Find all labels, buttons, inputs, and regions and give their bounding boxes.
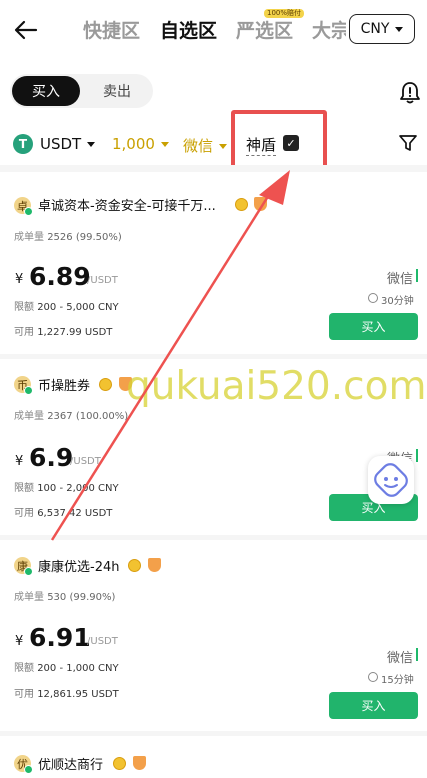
available-value: 1,227.99 USDT	[37, 327, 113, 338]
medal-icon	[128, 559, 141, 572]
dropdown-caret-icon	[160, 142, 169, 147]
clock-icon	[368, 672, 378, 682]
online-dot	[24, 765, 33, 774]
currency-symbol: ¥	[15, 272, 24, 287]
shield-badge-icon	[254, 197, 267, 211]
currency-symbol: ¥	[15, 634, 24, 649]
amount-filter[interactable]: 1,000	[112, 135, 169, 153]
coin-filter[interactable]: USDT	[40, 135, 96, 153]
available-label: 可用	[14, 689, 34, 700]
merchant-name[interactable]: 币操胜券	[38, 375, 90, 394]
coin-filter-label: USDT	[40, 135, 82, 153]
available-label: 可用	[14, 327, 34, 338]
stat-label: 成单量	[14, 592, 44, 603]
limit: 限额 100 - 2,000 CNY	[14, 479, 119, 494]
buy-button[interactable]: 买入	[329, 692, 418, 719]
tab-custom[interactable]: 自选区	[160, 16, 217, 43]
merchant-name[interactable]: 优顺达商行	[38, 754, 103, 773]
payment-method: 微信	[387, 651, 414, 666]
tab-quick[interactable]: 快捷区	[83, 16, 140, 43]
price: 6.91	[29, 623, 91, 652]
merchant-name[interactable]: 康康优选-24h	[38, 556, 119, 575]
currency-select[interactable]: CNY	[349, 14, 415, 44]
limit: 限额 200 - 5,000 CNY	[14, 298, 119, 313]
limit: 限额 200 - 1,000 CNY	[14, 659, 119, 674]
online-dot	[24, 207, 33, 216]
assistant-button[interactable]	[368, 456, 414, 504]
dropdown-caret-icon	[219, 144, 228, 149]
available-label: 可用	[14, 508, 34, 519]
medal-icon	[235, 198, 248, 211]
stat-label: 成单量	[14, 232, 44, 243]
robot-icon	[374, 463, 408, 497]
watermark: qukuai520.com	[126, 364, 427, 409]
guarantee-badge: 100%赔付	[264, 9, 305, 18]
stat-value: 2367 (100.00%)	[47, 411, 129, 422]
dropdown-caret-icon	[395, 26, 404, 32]
available: 可用 1,227.99 USDT	[14, 323, 112, 338]
online-dot	[24, 567, 33, 576]
usdt-coin-icon: T	[13, 134, 33, 154]
payment-indicator	[416, 269, 418, 282]
shield-badge-icon	[148, 558, 161, 572]
limit-value: 200 - 1,000 CNY	[37, 663, 119, 674]
currency-symbol: ¥	[15, 454, 24, 469]
online-dot	[24, 386, 33, 395]
payment-filter-label: 微信	[183, 137, 214, 155]
shield-filter-label[interactable]: 神盾	[246, 134, 277, 156]
available-value: 6,537.42 USDT	[37, 508, 113, 519]
limit-label: 限额	[14, 483, 34, 494]
medal-icon	[113, 757, 126, 770]
available: 可用 6,537.42 USDT	[14, 504, 112, 519]
stat-label: 成单量	[14, 411, 44, 422]
payment-indicator	[416, 648, 418, 661]
shield-badge-icon	[133, 756, 146, 770]
price-unit: /USDT	[70, 456, 101, 467]
price-unit: /USDT	[87, 275, 118, 286]
back-arrow-icon[interactable]	[12, 16, 40, 44]
divider	[0, 535, 427, 540]
clock-icon	[368, 293, 378, 303]
divider	[0, 354, 427, 359]
price-unit: /USDT	[87, 636, 118, 647]
amount-filter-label: 1,000	[112, 135, 155, 153]
buy-toggle-button[interactable]: 买入	[12, 76, 80, 106]
filter-funnel-icon[interactable]	[398, 133, 418, 153]
order-stats: 成单量 2367 (100.00%)	[14, 407, 128, 422]
payment-filter[interactable]: 微信	[183, 135, 228, 156]
limit-label: 限额	[14, 302, 34, 313]
pay-time: 30分钟	[381, 296, 414, 307]
available: 可用 12,861.95 USDT	[14, 685, 119, 700]
divider	[0, 731, 427, 736]
shield-checkbox[interactable]: ✓	[283, 135, 299, 151]
bell-alert-icon[interactable]	[398, 80, 422, 106]
pay-time: 15分钟	[381, 675, 414, 686]
order-stats: 成单量 2526 (99.50%)	[14, 228, 122, 243]
sell-toggle-button[interactable]: 卖出	[82, 76, 152, 106]
stat-value: 2526 (99.50%)	[47, 232, 122, 243]
limit-label: 限额	[14, 663, 34, 674]
dropdown-caret-icon	[87, 142, 96, 147]
order-stats: 成单量 530 (99.90%)	[14, 588, 115, 603]
price: 6.9	[29, 443, 74, 472]
available-value: 12,861.95 USDT	[37, 689, 119, 700]
divider	[0, 165, 427, 172]
payment-indicator	[416, 449, 418, 462]
price: 6.89	[29, 262, 91, 291]
tab-bulk[interactable]: 大宗	[312, 16, 346, 43]
medal-icon	[99, 378, 112, 391]
tab-selected[interactable]: 严选区	[236, 16, 293, 43]
payment-method: 微信	[387, 272, 414, 287]
buy-button[interactable]: 买入	[329, 313, 418, 340]
merchant-name[interactable]: 卓诚资本-资金安全-可接千万...	[38, 195, 216, 214]
limit-value: 200 - 5,000 CNY	[37, 302, 119, 313]
limit-value: 100 - 2,000 CNY	[37, 483, 119, 494]
currency-value: CNY	[360, 21, 390, 37]
stat-value: 530 (99.90%)	[47, 592, 116, 603]
